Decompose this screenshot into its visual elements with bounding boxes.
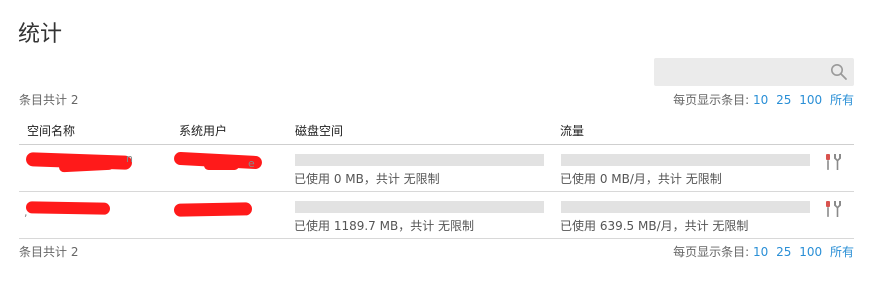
space-name-tail: , xyxy=(24,206,28,219)
per-page-10[interactable]: 10 xyxy=(753,245,768,259)
per-page-selector: 每页显示条目: 10 25 100 所有 xyxy=(673,91,854,108)
search-input[interactable] xyxy=(654,58,854,86)
redacted-space-name[interactable] xyxy=(25,201,111,215)
table-row: n e 已使用 0 MB，共计 无限制 已使用 0 MB/月，共计 无限制 xyxy=(19,145,854,192)
disk-usage-bar xyxy=(295,201,544,213)
redaction-mark xyxy=(204,161,239,170)
tools-icon[interactable] xyxy=(824,153,844,171)
disk-usage-text: 已使用 0 MB，共计 无限制 xyxy=(294,172,440,186)
space-name-tail: n xyxy=(126,152,133,165)
per-page-25[interactable]: 25 xyxy=(776,245,791,259)
item-count: 条目共计 2 xyxy=(19,93,79,107)
page-title: 统计 xyxy=(18,22,63,47)
per-page-25[interactable]: 25 xyxy=(776,93,791,107)
traffic-usage-bar xyxy=(561,154,810,166)
per-page-10[interactable]: 10 xyxy=(753,93,768,107)
column-header-traffic[interactable]: 流量 xyxy=(560,122,584,139)
traffic-usage-text: 已使用 0 MB/月，共计 无限制 xyxy=(560,172,722,186)
table-header: 空间名称 系统用户 磁盘空间 流量 xyxy=(19,114,854,145)
per-page-all[interactable]: 所有 xyxy=(830,245,854,259)
table-row: , 已使用 1189.7 MB，共计 无限制 已使用 639.5 MB/月，共计… xyxy=(19,192,854,239)
redacted-system-user[interactable] xyxy=(173,202,253,217)
traffic-usage-bar xyxy=(561,201,810,213)
traffic-usage-text: 已使用 639.5 MB/月，共计 无限制 xyxy=(560,219,749,233)
per-page-all[interactable]: 所有 xyxy=(830,93,854,107)
search-icon[interactable] xyxy=(830,63,848,81)
footer-per-page-selector: 每页显示条目: 10 25 100 所有 xyxy=(673,243,854,260)
footer-item-count: 条目共计 2 xyxy=(19,245,79,259)
column-header-disk-space[interactable]: 磁盘空间 xyxy=(295,122,343,139)
redaction-mark xyxy=(58,159,115,173)
system-user-tail: e xyxy=(248,157,255,170)
statistics-table: 空间名称 系统用户 磁盘空间 流量 n e 已使用 0 MB，共计 无限制 已使… xyxy=(19,114,854,239)
tools-icon[interactable] xyxy=(824,200,844,218)
per-page-label: 每页显示条目: xyxy=(673,93,750,107)
column-header-system-user[interactable]: 系统用户 xyxy=(179,122,227,139)
per-page-label: 每页显示条目: xyxy=(673,245,750,259)
column-header-space-name[interactable]: 空间名称 xyxy=(27,122,75,139)
per-page-100[interactable]: 100 xyxy=(799,93,822,107)
disk-usage-text: 已使用 1189.7 MB，共计 无限制 xyxy=(294,219,475,233)
disk-usage-bar xyxy=(295,154,544,166)
per-page-100[interactable]: 100 xyxy=(799,245,822,259)
